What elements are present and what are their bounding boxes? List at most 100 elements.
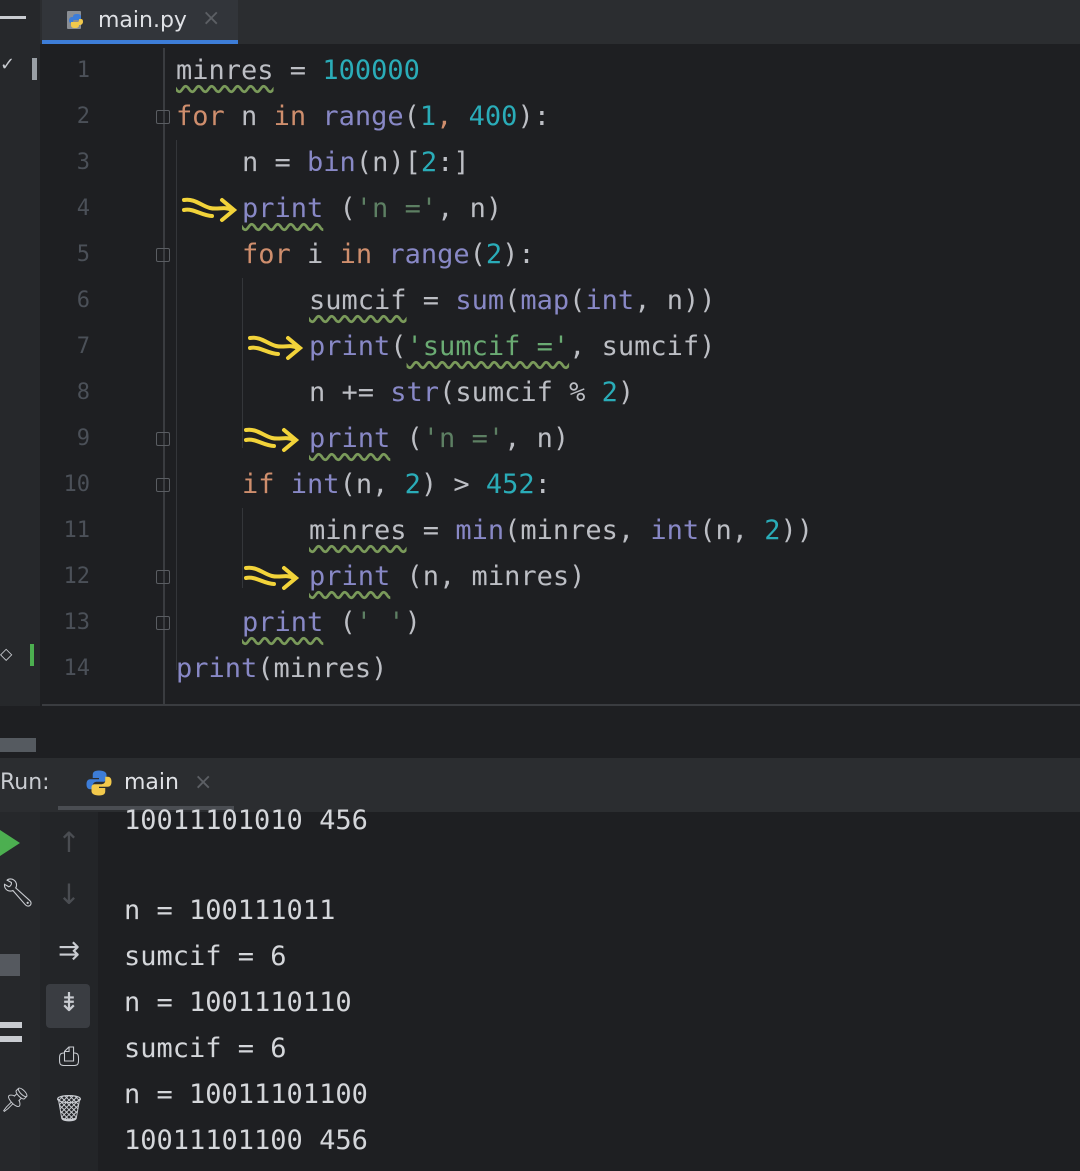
console-line: sumcif = 6	[124, 941, 287, 972]
fold-marker-icon[interactable]	[156, 432, 170, 446]
code-token: sum	[455, 285, 505, 316]
code-token: 400	[468, 101, 518, 132]
fold-marker-icon[interactable]	[156, 570, 170, 584]
run-toolbar	[0, 812, 40, 1171]
console-line: 10011101100 456	[124, 1125, 368, 1156]
down-arrow-icon[interactable]: ↓	[54, 878, 84, 911]
fold-marker-icon[interactable]	[156, 616, 170, 630]
code-token: (	[469, 239, 486, 270]
code-token: (	[323, 607, 356, 638]
code-line-5[interactable]: for i in range(2):	[242, 232, 535, 278]
wrench-icon[interactable]: 🔧︎	[0, 876, 36, 909]
code-token: =	[273, 55, 323, 86]
code-token: bin	[307, 147, 356, 178]
line-number: 11	[63, 518, 91, 543]
code-token: (sumcif %	[439, 377, 602, 408]
scroll-indicator[interactable]	[0, 738, 36, 752]
code-line-6[interactable]: sumcif = sum(map(int, n))	[309, 278, 715, 324]
code-token: ):	[502, 239, 535, 270]
up-arrow-icon[interactable]: ↑	[54, 826, 84, 859]
close-icon[interactable]: ×	[194, 770, 212, 795]
trash-icon[interactable]: 🗑︎	[52, 1094, 86, 1124]
line-number: 6	[76, 288, 90, 313]
code-line-11[interactable]: minres = min(minres, int(n, 2))	[309, 508, 813, 554]
code-token: )	[404, 607, 421, 638]
code-token: 452	[485, 469, 535, 500]
code-token: (	[569, 285, 586, 316]
pin-icon[interactable]: 📌︎	[0, 1086, 30, 1114]
tool-window-strip	[0, 0, 40, 740]
code-token: print	[242, 607, 324, 638]
code-line-3[interactable]: n = bin(n)[2:]	[242, 140, 470, 186]
code-line-8[interactable]: n += str(sumcif % 2)	[309, 370, 634, 416]
code-line-10[interactable]: if int(n, 2) > 452:	[242, 462, 551, 508]
code-token: n =	[242, 147, 308, 178]
line-number: 4	[76, 196, 90, 221]
code-token: for	[176, 101, 225, 132]
tab-main-py[interactable]: main.py ×	[42, 0, 238, 44]
code-token: sumcif	[309, 285, 407, 316]
annotation-arrow-icon	[248, 335, 304, 360]
code-line-13[interactable]: print (' ')	[242, 600, 421, 646]
fold-marker-icon[interactable]	[156, 478, 170, 492]
code-token: min	[455, 515, 505, 546]
code-token: print	[309, 331, 391, 362]
code-token: 2	[601, 377, 618, 408]
code-line-12[interactable]: print (n, minres)	[309, 554, 585, 600]
line-number: 3	[76, 150, 90, 175]
console-line: 10011101010 456	[124, 805, 368, 836]
code-line-14[interactable]: print(minres)	[176, 646, 387, 692]
code-token: print	[176, 653, 258, 684]
code-token: (n)[	[355, 147, 421, 178]
code-token: (minres,	[504, 515, 651, 546]
run-label: Run:	[0, 770, 50, 795]
fold-marker-icon[interactable]	[156, 110, 170, 124]
code-token: minres	[309, 515, 407, 546]
annotation-arrow-icon	[244, 565, 300, 590]
code-token: range	[388, 239, 470, 270]
code-token: (n,	[699, 515, 765, 546]
code-token: print	[309, 423, 391, 454]
tab-label: main.py	[98, 8, 187, 33]
code-token: (minres)	[257, 653, 388, 684]
code-token: ))	[780, 515, 814, 546]
close-icon[interactable]: ×	[202, 6, 220, 31]
code-token: ' '	[355, 607, 405, 638]
layout-icon[interactable]	[0, 1022, 22, 1042]
code-token: 2	[420, 147, 438, 178]
console-line: sumcif = 6	[124, 1033, 287, 1064]
soft-wrap-icon[interactable]: ⇉	[52, 936, 86, 966]
code-token: range	[322, 101, 404, 132]
indent-guide	[176, 140, 177, 670]
code-line-2[interactable]: for n in range(1, 400):	[176, 94, 550, 140]
run-tab-main[interactable]: main	[124, 770, 179, 795]
code-token: n	[224, 101, 274, 132]
code-token: print	[309, 561, 391, 592]
code-token: (n, minres)	[390, 561, 586, 592]
code-token: :	[534, 469, 551, 500]
code-token: ):	[517, 101, 550, 132]
structure-marker-icon	[32, 58, 37, 80]
code-token: if	[242, 469, 275, 500]
code-token: n +=	[309, 377, 391, 408]
code-token: in	[339, 239, 373, 270]
code-line-9[interactable]: print ('n =', n)	[309, 416, 569, 462]
code-token: 100000	[322, 55, 420, 86]
code-token: =	[406, 285, 456, 316]
code-token: i	[290, 239, 340, 270]
scroll-to-end-icon: ⇟	[58, 988, 80, 1018]
rerun-play-icon[interactable]	[0, 828, 22, 858]
menu-icon[interactable]	[0, 16, 26, 19]
code-token: map	[520, 285, 570, 316]
fold-marker-icon[interactable]	[156, 248, 170, 262]
code-line-7[interactable]: print('sumcif =', sumcif)	[309, 324, 715, 370]
code-token: , n))	[634, 285, 716, 316]
code-token: 1	[419, 101, 437, 132]
code-token: 'n ='	[422, 423, 505, 454]
print-icon[interactable]: ⎙	[52, 1042, 86, 1073]
code-line-1[interactable]: minres = 100000	[176, 48, 420, 94]
stop-icon[interactable]	[0, 954, 20, 976]
code-line-4[interactable]: print ('n =', n)	[242, 186, 502, 232]
